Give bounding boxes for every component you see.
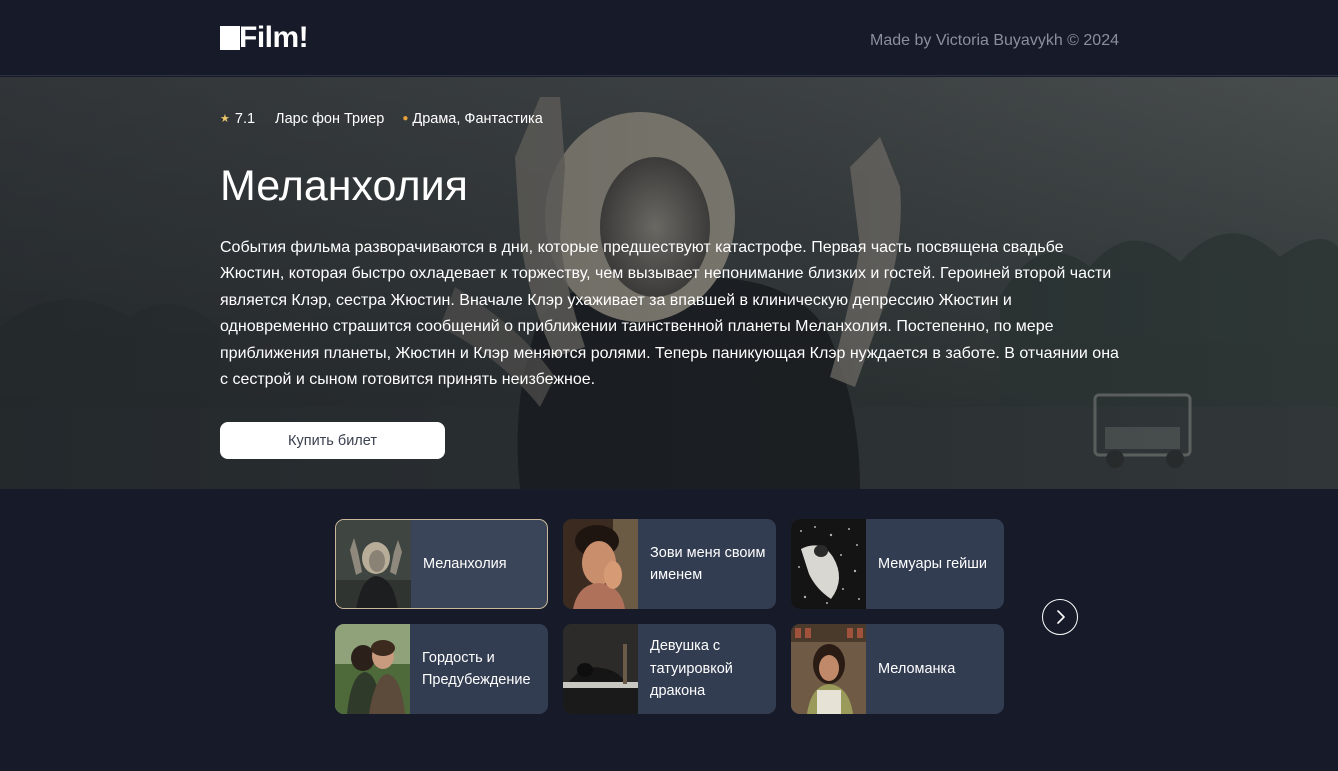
logo-text: Film!: [239, 21, 309, 54]
movie-thumbnail: [791, 519, 866, 609]
movie-meta: ★ 7.1 Ларс фон Триер ● Драма, Фантастика: [220, 110, 543, 128]
movie-description: События фильма разворачиваются в дни, ко…: [220, 239, 1119, 389]
movie-card-memoirs-of-a-geisha[interactable]: Мемуары гейши: [791, 519, 1004, 609]
movie-card-pride-and-prejudice[interactable]: Гордость и Предубеждение: [335, 624, 548, 714]
movie-card-title: Меланхолия: [423, 555, 507, 572]
next-page-button[interactable]: [1042, 599, 1078, 635]
movie-thumbnail: [336, 520, 411, 608]
movie-director: Ларс фон Триер: [275, 111, 385, 127]
logo-mark-icon: [220, 26, 240, 50]
movie-rating: 7.1: [234, 111, 256, 127]
logo[interactable]: Film!: [220, 21, 309, 54]
movie-card-title: Девушка с татуировкой дракона: [650, 638, 733, 700]
movie-card-melomanka[interactable]: Меломанка: [791, 624, 1004, 714]
movie-card-title: Зови меня своим именем: [650, 544, 766, 584]
site-header: Film! Made by Victoria Buyavykh © 2024: [0, 0, 1338, 76]
movie-card-melancholia[interactable]: Меланхолия: [335, 519, 548, 609]
movie-card-girl-with-the-dragon-tattoo[interactable]: Девушка с татуировкой дракона: [563, 624, 776, 714]
hero-banner: ★ 7.1 Ларс фон Триер ● Драма, Фантастика…: [0, 77, 1338, 489]
star-icon: ★: [220, 113, 230, 125]
movie-cards-grid: Меланхолия Зови меня своим именем Мемуар…: [335, 519, 1005, 715]
author-credits: Made by Victoria Buyavykh © 2024: [870, 32, 1119, 49]
movie-thumbnail: [335, 624, 410, 714]
movie-thumbnail: [791, 624, 866, 714]
movie-card-title: Мемуары гейши: [878, 555, 987, 572]
bullet-dot-icon: ●: [402, 113, 409, 124]
movie-title: Меланхолия: [220, 162, 468, 210]
movie-card-title: Гордость и Предубеждение: [422, 649, 531, 689]
movie-card-call-me-by-your-name[interactable]: Зови меня своим именем: [563, 519, 776, 609]
movie-thumbnail: [563, 519, 638, 609]
movie-genres: Драма, Фантастика: [412, 111, 543, 127]
movie-card-title: Меломанка: [878, 660, 956, 677]
chevron-right-icon: [1057, 610, 1065, 624]
movie-thumbnail: [563, 624, 638, 714]
buy-ticket-button[interactable]: Купить билет: [220, 422, 445, 459]
